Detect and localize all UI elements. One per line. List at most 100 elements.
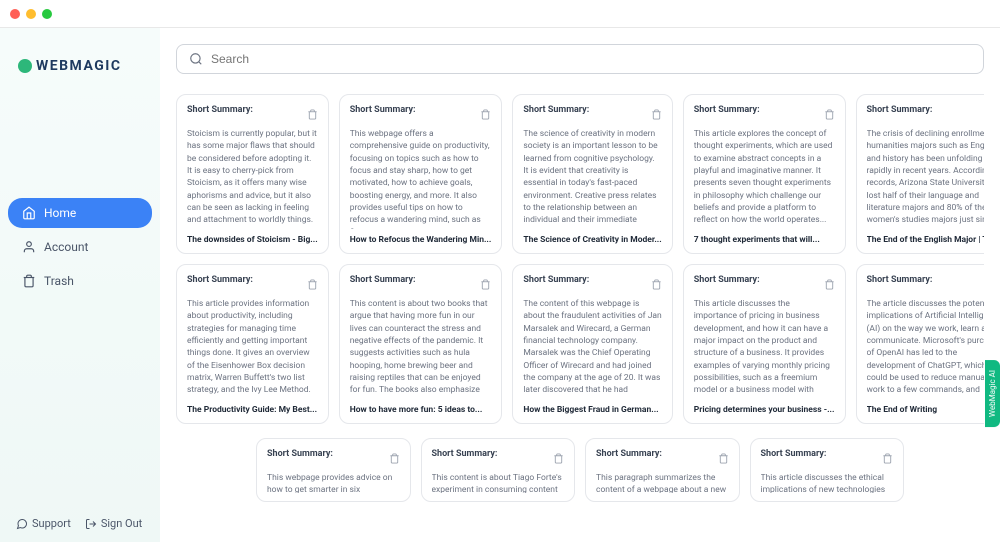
summary-card[interactable]: Short Summary: This content is about two… (339, 264, 503, 424)
trash-icon (307, 109, 318, 120)
main-content: Short Summary: Stoicism is currently pop… (160, 28, 1000, 542)
card-title: Pricing determines your business -... (694, 405, 835, 415)
card-body: This content is about two books that arg… (350, 298, 492, 399)
trash-icon (882, 453, 893, 464)
card-body: The science of creativity in modern soci… (523, 128, 661, 229)
summary-card[interactable]: Short Summary: This article provides inf… (176, 264, 329, 424)
logo: WEBMAGIC (18, 58, 122, 74)
trash-icon (307, 279, 318, 290)
trash-icon (718, 453, 729, 464)
search-input[interactable] (211, 52, 971, 66)
summary-card[interactable]: Short Summary: The content of this webpa… (512, 264, 672, 424)
card-label: Short Summary: (694, 105, 760, 115)
trash-icon (651, 279, 662, 290)
sidebar-item-label: Account (44, 240, 88, 254)
trash-icon (480, 109, 491, 120)
delete-card-button[interactable] (824, 275, 835, 294)
home-icon (22, 206, 36, 220)
delete-card-button[interactable] (389, 449, 400, 468)
card-body: The crisis of declining enrollment in hu… (867, 128, 985, 229)
card-body: This content is about Tiago Forte's expe… (432, 472, 565, 493)
summary-card[interactable]: Short Summary: This article discusses th… (683, 264, 846, 424)
summary-card[interactable]: Short Summary: The science of creativity… (512, 94, 672, 254)
delete-card-button[interactable] (553, 449, 564, 468)
card-title: The Productivity Guide: My Best... (187, 405, 318, 415)
card-label: Short Summary: (867, 275, 933, 285)
summary-card[interactable]: Short Summary: This webpage offers a com… (339, 94, 503, 254)
delete-card-button[interactable] (718, 449, 729, 468)
summary-card[interactable]: Short Summary: This paragraph summarizes… (585, 438, 740, 502)
delete-card-button[interactable] (307, 275, 318, 294)
logo-icon (18, 59, 32, 73)
card-label: Short Summary: (867, 105, 933, 115)
support-link[interactable]: Support (16, 517, 71, 530)
card-title: How the Biggest Fraud in German... (523, 405, 661, 415)
window-titlebar (0, 0, 1000, 28)
card-body: This webpage offers a comprehensive guid… (350, 128, 492, 229)
signout-icon (85, 518, 97, 530)
chat-icon (16, 518, 28, 530)
card-title: How to have more fun: 5 ideas to... (350, 405, 492, 415)
card-title: How to Refocus the Wandering Min... (350, 235, 492, 245)
delete-card-button[interactable] (307, 105, 318, 124)
summary-card[interactable]: Short Summary: This article discusses th… (750, 438, 905, 502)
delete-card-button[interactable] (651, 105, 662, 124)
card-body: Stoicism is currently popular, but it ha… (187, 128, 318, 229)
logo-text: WEBMAGIC (36, 58, 122, 74)
card-label: Short Summary: (596, 449, 662, 459)
card-label: Short Summary: (761, 449, 827, 459)
card-label: Short Summary: (432, 449, 498, 459)
card-title: The Science of Creativity in Moder... (523, 235, 661, 245)
maximize-window-button[interactable] (42, 9, 52, 19)
search-icon (189, 52, 203, 66)
delete-card-button[interactable] (882, 449, 893, 468)
card-label: Short Summary: (267, 449, 333, 459)
signout-label: Sign Out (101, 517, 142, 530)
sidebar-item-account[interactable]: Account (8, 232, 152, 262)
card-body: This article discusses the ethical impli… (761, 472, 894, 493)
card-body: This article provides information about … (187, 298, 318, 399)
sidebar-item-label: Trash (44, 274, 74, 288)
trash-icon (553, 453, 564, 464)
card-label: Short Summary: (187, 105, 253, 115)
summary-card[interactable]: Short Summary: This article explores the… (683, 94, 846, 254)
trash-icon (389, 453, 400, 464)
traffic-lights (10, 9, 52, 19)
summary-card[interactable]: Short Summary: The crisis of declining e… (856, 94, 985, 254)
summary-card[interactable]: Short Summary: The article discusses the… (856, 264, 985, 424)
delete-card-button[interactable] (480, 105, 491, 124)
sidebar-nav: Home Account Trash (0, 198, 160, 300)
trash-icon (824, 109, 835, 120)
sidebar-item-trash[interactable]: Trash (8, 266, 152, 296)
card-body: The article discusses the potential impl… (867, 298, 985, 399)
sidebar-item-home[interactable]: Home (8, 198, 152, 228)
close-window-button[interactable] (10, 9, 20, 19)
trash-icon (22, 274, 36, 288)
card-label: Short Summary: (187, 275, 253, 285)
card-body: The content of this webpage is about the… (523, 298, 661, 399)
card-body: This webpage provides advice on how to g… (267, 472, 400, 493)
sidebar: WEBMAGIC Home Account Trash Support (0, 28, 160, 542)
sidebar-footer: Support Sign Out (0, 505, 160, 542)
summary-card[interactable]: Short Summary: This content is about Tia… (421, 438, 576, 502)
summary-card[interactable]: Short Summary: Stoicism is currently pop… (176, 94, 329, 254)
delete-card-button[interactable] (824, 105, 835, 124)
sidebar-item-label: Home (44, 206, 76, 220)
card-label: Short Summary: (694, 275, 760, 285)
card-body: This article explores the concept of tho… (694, 128, 835, 229)
webmagic-ai-tab[interactable]: WebMagic AI (985, 360, 1000, 427)
summary-card[interactable]: Short Summary: This webpage provides adv… (256, 438, 411, 502)
card-title: The End of the English Major | The... (867, 235, 985, 245)
card-title: The End of Writing (867, 405, 985, 415)
delete-card-button[interactable] (480, 275, 491, 294)
search-bar[interactable] (176, 44, 984, 74)
card-title: The downsides of Stoicism - Big... (187, 235, 318, 245)
support-label: Support (32, 517, 71, 530)
minimize-window-button[interactable] (26, 9, 36, 19)
signout-link[interactable]: Sign Out (85, 517, 142, 530)
cards-container: Short Summary: Stoicism is currently pop… (176, 94, 984, 502)
card-label: Short Summary: (350, 105, 416, 115)
card-body: This paragraph summarizes the content of… (596, 472, 729, 493)
delete-card-button[interactable] (651, 275, 662, 294)
user-icon (22, 240, 36, 254)
